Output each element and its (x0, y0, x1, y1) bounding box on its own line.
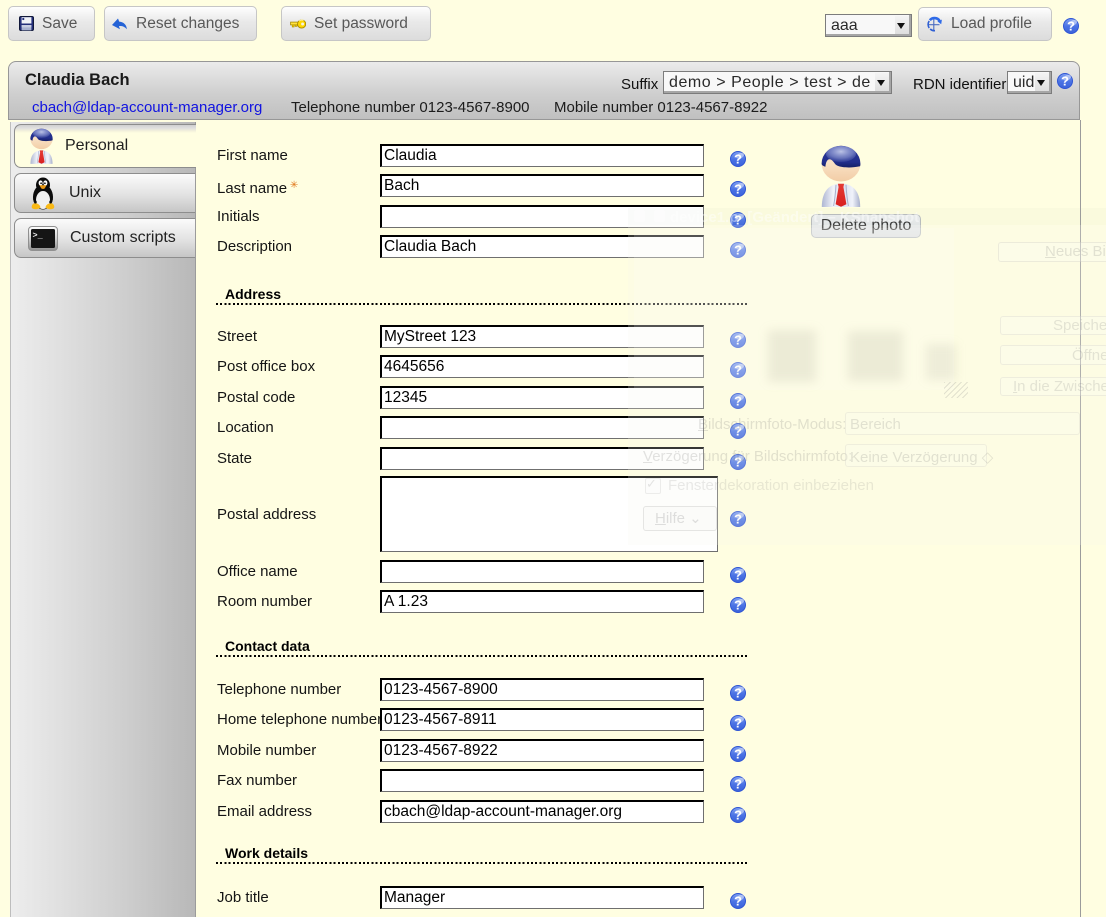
svg-text:>_: >_ (33, 230, 44, 240)
